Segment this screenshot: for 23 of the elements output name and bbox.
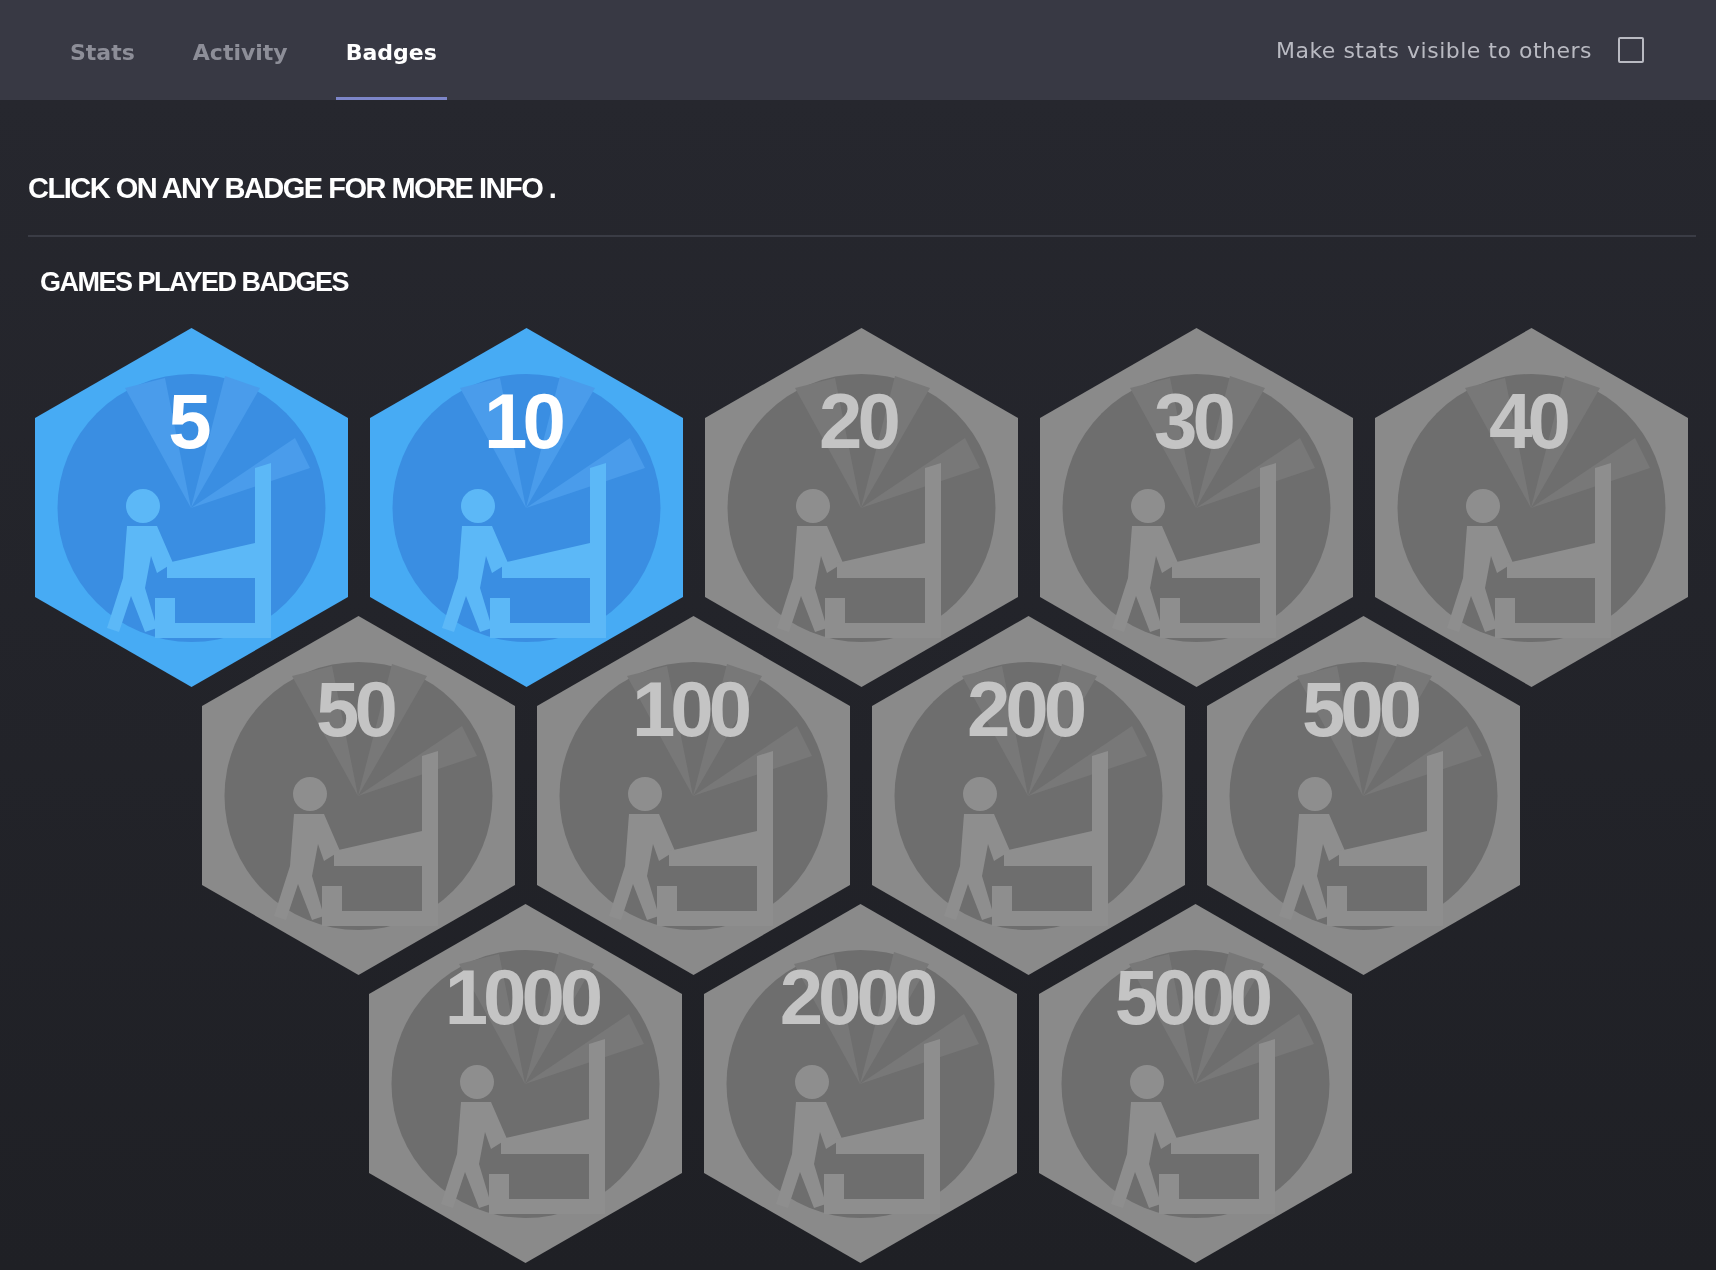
- player-at-pinball-icon: [442, 463, 606, 638]
- badge-number: 2000: [779, 952, 935, 1043]
- tab[interactable]: Activity: [182, 0, 298, 100]
- badge[interactable]: [704, 904, 1017, 1263]
- badge-number: 100: [631, 664, 749, 755]
- badge-number: 30: [1154, 376, 1233, 467]
- badge[interactable]: [369, 904, 682, 1263]
- badge-number: 10: [484, 376, 563, 467]
- badge-number: 20: [819, 376, 898, 467]
- player-at-pinball-icon: [107, 463, 271, 638]
- badge-number: 40: [1489, 376, 1568, 467]
- badge-number: 1000: [444, 952, 600, 1043]
- visibility-label: Make stats visible to others: [1275, 37, 1592, 63]
- section-title: GAMES PLAYED BADGES: [40, 267, 350, 298]
- instruction-text: CLICK ON ANY BADGE FOR MORE INFO .: [28, 172, 1696, 237]
- badge-number: 5000: [1114, 952, 1270, 1043]
- badge-number: 5: [168, 376, 209, 467]
- badge[interactable]: [1039, 904, 1352, 1263]
- badge-number: 500: [1301, 664, 1419, 755]
- badge-number: 200: [966, 664, 1084, 755]
- badge-number: 50: [316, 664, 395, 755]
- tab[interactable]: Stats: [60, 0, 145, 100]
- visibility-checkbox[interactable]: [1618, 37, 1644, 63]
